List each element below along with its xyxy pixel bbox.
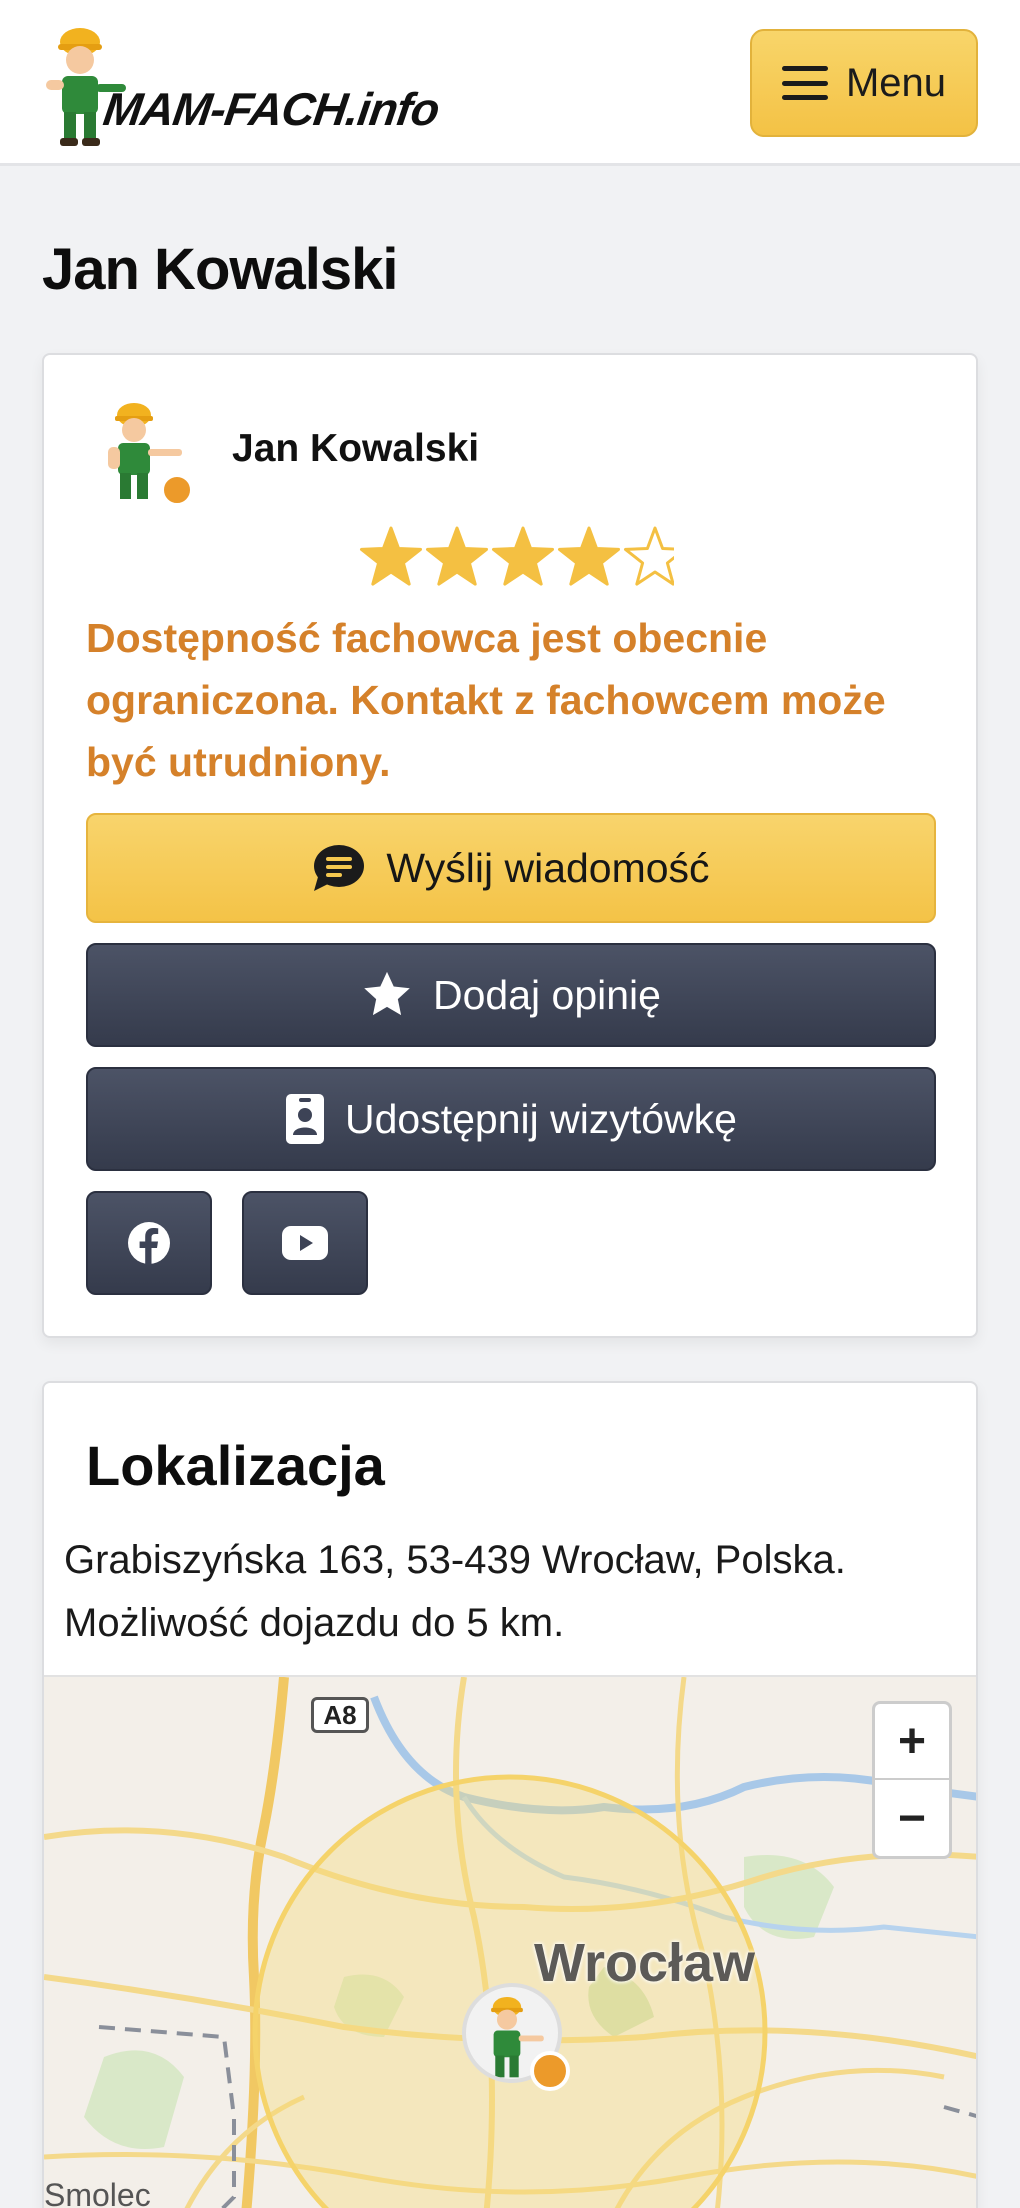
- send-message-button[interactable]: Wyślij wiadomość: [86, 813, 936, 923]
- youtube-icon: [282, 1226, 328, 1260]
- menu-label: Menu: [845, 60, 947, 105]
- location-address: Grabiszyńska 163, 53-439 Wrocław, Polska…: [64, 1538, 846, 1645]
- star-filled-icon: [360, 526, 422, 586]
- zoom-in-button[interactable]: +: [875, 1704, 949, 1780]
- youtube-button[interactable]: [242, 1191, 368, 1295]
- star-filled-icon: [426, 526, 488, 586]
- page-title: Jan Kowalski: [42, 237, 398, 302]
- location-title: Lokalizacja: [86, 1434, 385, 1497]
- star-empty-icon: [624, 526, 674, 586]
- add-review-button[interactable]: Dodaj opinię: [86, 943, 936, 1047]
- availability-status-dot: [160, 473, 194, 507]
- facebook-icon: [128, 1222, 170, 1265]
- map-town-label: Smolec: [44, 2177, 151, 2208]
- site-logo[interactable]: MAM-FACH.info: [40, 20, 442, 148]
- availability-notice: Dostępność fachowca jest obecnie ogranic…: [86, 615, 886, 785]
- star-icon: [364, 971, 410, 1016]
- profile-name: Jan Kowalski: [232, 427, 480, 470]
- hamburger-icon: [781, 66, 828, 100]
- site-header: MAM-FACH.info Menu: [0, 0, 1020, 166]
- share-card-button[interactable]: Udostępnij wizytówkę: [86, 1067, 936, 1171]
- location-card: Lokalizacja Grabiszyńska 163, 53-439 Wro…: [42, 1381, 978, 2208]
- star-filled-icon: [492, 526, 554, 586]
- location-map[interactable]: A8 Wrocław Smolec + −: [44, 1675, 976, 2208]
- map-zoom-control: + −: [872, 1701, 952, 1859]
- zoom-out-button[interactable]: −: [875, 1780, 949, 1856]
- facebook-button[interactable]: [86, 1191, 212, 1295]
- chat-bubble-icon: [314, 845, 365, 891]
- star-filled-icon: [558, 526, 620, 586]
- road-badge: A8: [311, 1697, 369, 1733]
- map-city-label: Wrocław: [534, 1933, 756, 1993]
- profile-card: Jan Kowalski Dostępność fachowca jest ob…: [42, 353, 978, 1338]
- share-card-label: Udostępnij wizytówkę: [345, 1095, 737, 1142]
- rating-stars: [360, 526, 674, 586]
- map-marker-status-dot: [530, 2051, 570, 2091]
- add-review-label: Dodaj opinię: [433, 971, 661, 1018]
- id-badge-icon: [286, 1094, 325, 1144]
- logo-text: MAM-FACH.info: [100, 83, 443, 135]
- map-tiles: [44, 1677, 976, 2208]
- send-message-label: Wyślij wiadomość: [386, 844, 710, 891]
- menu-button[interactable]: Menu: [750, 29, 978, 137]
